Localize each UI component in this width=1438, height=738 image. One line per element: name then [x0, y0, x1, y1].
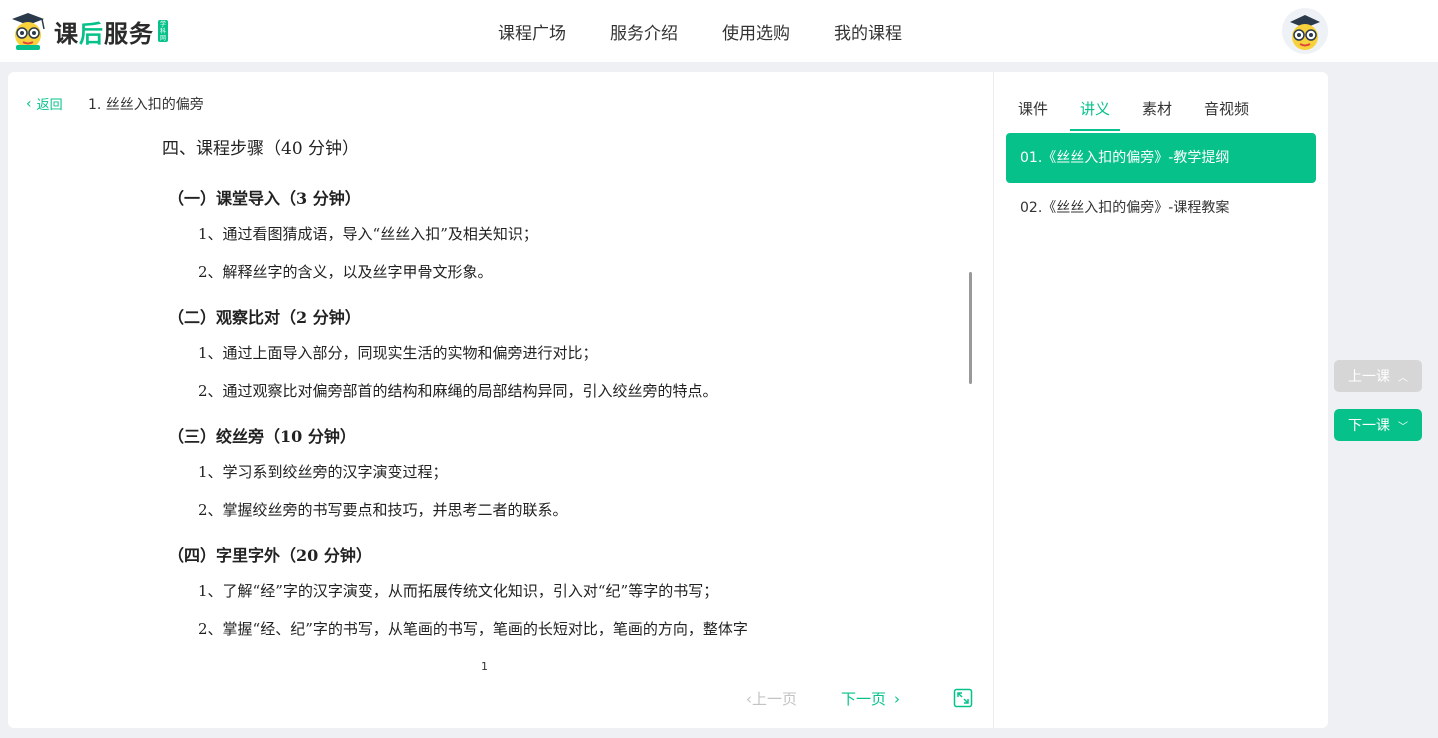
doc-section: （二）观察比对（2 分钟） 1、通过上面导入部分，同现实生活的实物和偏旁进行对比…: [162, 304, 942, 401]
nav-course-square[interactable]: 课程广场: [498, 19, 566, 44]
chevron-up-icon: ︿: [1398, 372, 1408, 384]
document-page: 四、课程步骤（40 分钟） （一）课堂导入（3 分钟） 1、通过看图猜成语，导入…: [162, 134, 942, 654]
section-item: 1、了解“经”字的汉字演变，从而拓展传统文化知识，引入对“纪”等字的书写；: [198, 582, 719, 600]
back-button[interactable]: ‹ 返回: [26, 94, 63, 114]
list-item[interactable]: 02.《丝丝入扣的偏旁》-课程教案: [1006, 183, 1316, 233]
scrollbar[interactable]: [969, 272, 972, 384]
section-item: 2、掌握绞丝旁的书写要点和技巧，并思考二者的联系。: [198, 501, 568, 519]
section-item: 1、学习系到绞丝旁的汉字演变过程；: [198, 463, 448, 481]
prev-page-button[interactable]: ‹ 上一页: [746, 688, 797, 709]
doc-section: （三）绞丝旁（10 分钟） 1、学习系到绞丝旁的汉字演变过程； 2、掌握绞丝旁的…: [162, 423, 942, 520]
page-number: 1: [481, 660, 488, 673]
nav-my-courses[interactable]: 我的课程: [834, 19, 902, 44]
prev-lesson-label: 上一课: [1348, 369, 1390, 385]
next-page-label: 下一页: [841, 690, 887, 708]
nav-service-intro[interactable]: 服务介绍: [610, 19, 678, 44]
document-viewer: ‹ 返回 1. 丝丝入扣的偏旁 四、课程步骤（40 分钟） （一）课堂导入（3 …: [8, 72, 993, 728]
tab-handout[interactable]: 讲义: [1070, 98, 1121, 131]
section-title: （四）字里字外（20 分钟）: [168, 546, 372, 565]
section-item: 1、通过上面导入部分，同现实生活的实物和偏旁进行对比；: [198, 344, 598, 362]
section-item: 1、通过看图猜成语，导入“丝丝入扣”及相关知识；: [198, 225, 538, 243]
chevron-left-icon: ‹: [26, 95, 32, 112]
doc-section: （一）课堂导入（3 分钟） 1、通过看图猜成语，导入“丝丝入扣”及相关知识； 2…: [162, 185, 942, 282]
doc-heading: 四、课程步骤（40 分钟）: [162, 139, 360, 159]
logo[interactable]: 课后服务 学科网: [8, 10, 168, 52]
resource-tabs: 课件 讲义 素材 音视频: [1008, 98, 1271, 131]
section-item: 2、解释丝字的含义，以及丝字甲骨文形象。: [198, 263, 493, 281]
list-item[interactable]: 01.《丝丝入扣的偏旁》-教学提纲: [1006, 133, 1316, 183]
tab-materials[interactable]: 素材: [1132, 98, 1182, 131]
prev-page-label: 上一页: [752, 690, 798, 708]
main-nav: 课程广场 服务介绍 使用选购 我的课程: [498, 0, 946, 62]
back-label: 返回: [36, 98, 63, 113]
nav-purchase[interactable]: 使用选购: [722, 19, 790, 44]
section-item: 2、掌握“经、纪”字的书写，从笔画的书写，笔画的长短对比，笔画的方向，整体字: [198, 620, 748, 638]
tab-courseware[interactable]: 课件: [1008, 98, 1058, 131]
prev-lesson-button[interactable]: 上一课 ︿: [1334, 360, 1422, 392]
top-header: 课后服务 学科网 课程广场 服务介绍 使用选购 我的课程: [0, 0, 1438, 62]
section-title: （三）绞丝旁（10 分钟）: [168, 427, 356, 446]
handout-list: 01.《丝丝入扣的偏旁》-教学提纲 02.《丝丝入扣的偏旁》-课程教案: [1006, 133, 1316, 233]
lesson-title: 1. 丝丝入扣的偏旁: [88, 97, 204, 113]
logo-text: 课后服务: [54, 19, 154, 48]
resource-panel: 课件 讲义 素材 音视频 01.《丝丝入扣的偏旁》-教学提纲 02.《丝丝入扣的…: [993, 72, 1328, 728]
next-page-button[interactable]: 下一页 ›: [841, 688, 900, 709]
next-lesson-label: 下一课: [1348, 418, 1390, 434]
avatar[interactable]: [1282, 8, 1328, 54]
section-title: （二）观察比对（2 分钟）: [168, 308, 361, 327]
tab-audio-video[interactable]: 音视频: [1194, 98, 1259, 131]
chevron-down-icon: ﹀: [1398, 421, 1408, 433]
chevron-right-icon: ›: [894, 689, 901, 708]
mascot-icon: [8, 11, 50, 51]
doc-section: （四）字里字外（20 分钟） 1、了解“经”字的汉字演变，从而拓展传统文化知识，…: [162, 542, 942, 639]
section-title: （一）课堂导入（3 分钟）: [168, 189, 361, 208]
logo-badge: 学科网: [158, 20, 168, 42]
section-item: 2、通过观察比对偏旁部首的结构和麻绳的局部结构异同，引入绞丝旁的特点。: [198, 382, 718, 400]
fullscreen-icon[interactable]: [953, 688, 973, 708]
next-lesson-button[interactable]: 下一课 ﹀: [1334, 409, 1422, 441]
